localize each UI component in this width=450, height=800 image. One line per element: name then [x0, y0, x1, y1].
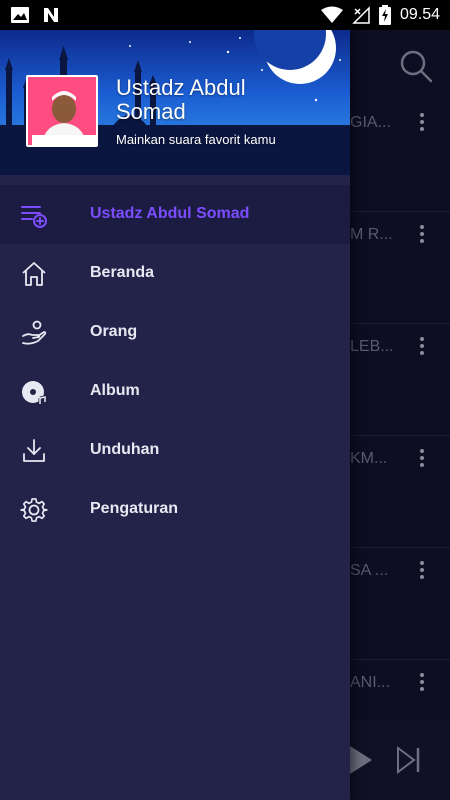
menu-item-orang[interactable]: Orang — [0, 303, 350, 362]
list-item[interactable]: KM... — [350, 436, 450, 548]
download-icon — [23, 439, 45, 462]
status-bar: 09.54 — [0, 0, 450, 30]
drawer-header: Ustadz Abdul Somad Mainkan suara favorit… — [0, 30, 350, 175]
list-item[interactable]: GIA... — [350, 100, 450, 212]
list-item-title: KM... — [350, 450, 388, 467]
no-signal-icon — [352, 6, 370, 24]
menu-item-label: Unduhan — [90, 441, 160, 458]
list-item-title: LEB... — [350, 338, 394, 355]
more-vert-icon[interactable] — [412, 112, 432, 132]
person-hand-icon — [22, 320, 47, 345]
image-icon — [11, 7, 29, 23]
menu-item-ustadz-abdul-somad[interactable]: Ustadz Abdul Somad — [0, 185, 350, 244]
list-item[interactable]: LEB... — [350, 324, 450, 436]
menu-item-beranda[interactable]: Beranda — [0, 244, 350, 303]
settings-gear-icon — [20, 498, 48, 522]
wifi-icon — [320, 6, 343, 23]
list-item[interactable]: SA ... — [350, 548, 450, 660]
more-vert-icon[interactable] — [412, 672, 432, 692]
menu-item-label: Album — [90, 382, 140, 399]
home-icon — [22, 262, 46, 286]
status-time: 09.54 — [399, 6, 440, 23]
menu-item-unduhan[interactable]: Unduhan — [0, 421, 350, 480]
menu-item-album[interactable]: Album — [0, 362, 350, 421]
list-item-title: GIA... — [350, 114, 391, 131]
more-vert-icon[interactable] — [412, 560, 432, 580]
more-vert-icon[interactable] — [412, 336, 432, 356]
menu-item-label: Beranda — [90, 264, 155, 281]
skip-next-icon[interactable] — [396, 746, 422, 774]
list-item-title: M R... — [350, 226, 393, 243]
drawer-menu: Ustadz Abdul Somad Beranda Orang Album U… — [0, 185, 350, 539]
menu-item-label: Orang — [90, 323, 138, 340]
battery-charging-icon — [378, 5, 391, 25]
header-subtitle: Mainkan suara favorit kamu — [116, 132, 276, 147]
navigation-drawer: Ustadz Abdul Somad Mainkan suara favorit… — [0, 30, 350, 800]
list-item[interactable]: M R... — [350, 212, 450, 324]
header-title: Ustadz Abdul Somad — [116, 75, 246, 124]
search-icon[interactable] — [398, 48, 434, 84]
more-vert-icon[interactable] — [412, 448, 432, 468]
menu-item-label: Pengaturan — [90, 500, 179, 517]
avatar — [26, 75, 98, 147]
menu-item-pengaturan[interactable]: Pengaturan — [0, 480, 350, 539]
play-icon[interactable] — [350, 744, 374, 776]
menu-item-label: Ustadz Abdul Somad — [90, 205, 250, 222]
ustadz-portrait-icon — [28, 77, 96, 145]
playlist-add-icon — [21, 206, 47, 228]
n-notification-icon — [44, 8, 58, 22]
mini-player — [350, 720, 450, 800]
more-vert-icon[interactable] — [412, 224, 432, 244]
list-item-title: SA ... — [350, 562, 389, 579]
list-item-title: ANI... — [350, 674, 391, 691]
album-disc-icon — [22, 381, 47, 405]
